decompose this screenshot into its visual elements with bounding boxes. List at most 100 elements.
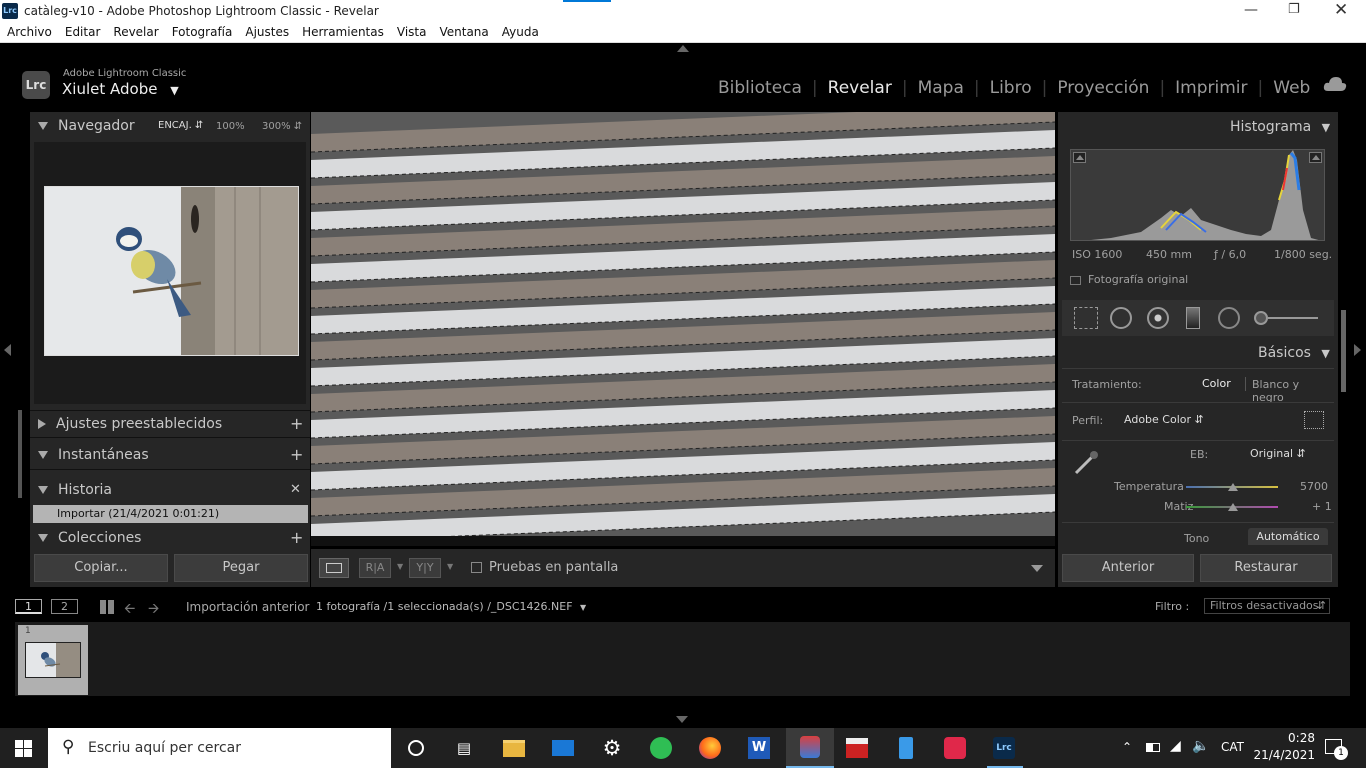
menu-item[interactable]: Vista bbox=[390, 22, 433, 39]
before-after-yy-icon[interactable]: Y|Y bbox=[409, 558, 441, 578]
add-preset-icon[interactable]: + bbox=[290, 414, 303, 433]
red-eye-icon[interactable] bbox=[1147, 307, 1169, 329]
collections-header[interactable]: Colecciones + bbox=[30, 528, 310, 548]
menu-item[interactable]: Archivo bbox=[0, 22, 58, 39]
active-app-highlight[interactable] bbox=[786, 728, 834, 768]
module-mapa[interactable]: Mapa bbox=[918, 78, 964, 98]
filter-select[interactable]: Filtros desactivados ⇵ bbox=[1204, 598, 1330, 614]
monitor-2-button[interactable]: 2 bbox=[51, 599, 78, 614]
minimize-icon[interactable]: — bbox=[1244, 2, 1258, 18]
left-panel-toggle-icon[interactable] bbox=[4, 344, 11, 356]
tint-value[interactable]: + 1 bbox=[1312, 500, 1332, 513]
add-collection-icon[interactable]: + bbox=[290, 528, 303, 547]
temperature-knob[interactable] bbox=[1227, 483, 1238, 491]
chevron-down-icon[interactable]: ▼ bbox=[447, 562, 453, 571]
adjustment-brush-icon[interactable] bbox=[1254, 310, 1322, 326]
file-explorer-icon[interactable] bbox=[502, 736, 526, 760]
task-view-icon[interactable]: ▤ bbox=[452, 736, 476, 760]
presets-header[interactable]: Ajustes preestablecidos + bbox=[30, 410, 310, 438]
photo-preview[interactable] bbox=[311, 112, 1055, 546]
photo-app-icon[interactable] bbox=[845, 736, 869, 760]
cloud-icon[interactable] bbox=[1323, 76, 1347, 91]
grid-view-icon[interactable] bbox=[100, 600, 114, 614]
navigator-thumbnail[interactable] bbox=[44, 186, 299, 356]
spot-removal-icon[interactable] bbox=[1110, 307, 1132, 329]
tint-knob[interactable] bbox=[1227, 503, 1238, 511]
word-icon[interactable]: W bbox=[747, 736, 771, 760]
monitor-1-button[interactable]: 1 bbox=[15, 599, 42, 614]
zoom-300[interactable]: 300% ⇵ bbox=[262, 121, 302, 132]
volume-icon[interactable]: 🔈 bbox=[1192, 738, 1209, 754]
restore-icon[interactable]: ❐ bbox=[1288, 2, 1300, 17]
history-header[interactable]: Historia ✕ bbox=[30, 477, 310, 503]
treatment-bw[interactable]: Blanco y negro bbox=[1252, 378, 1334, 404]
start-windows-icon[interactable] bbox=[15, 740, 32, 757]
creative-cloud-icon[interactable] bbox=[943, 736, 967, 760]
original-photo-checkbox[interactable] bbox=[1070, 276, 1081, 285]
eyedropper-icon[interactable] bbox=[1072, 447, 1102, 477]
module-revelar[interactable]: Revelar bbox=[828, 78, 892, 98]
basic-header[interactable]: Básicos ▼ bbox=[1258, 345, 1330, 361]
crop-tool-icon[interactable] bbox=[1074, 307, 1098, 329]
phone-app-icon[interactable] bbox=[894, 736, 918, 760]
source-label[interactable]: Importación anterior bbox=[186, 600, 309, 614]
mail-icon[interactable] bbox=[551, 736, 575, 760]
temperature-value[interactable]: 5700 bbox=[1300, 480, 1328, 493]
loupe-view-icon[interactable] bbox=[319, 558, 349, 578]
auto-tone-button[interactable]: Automático bbox=[1248, 528, 1328, 545]
firefox-icon[interactable] bbox=[698, 736, 722, 760]
module-biblioteca[interactable]: Biblioteca bbox=[718, 78, 802, 98]
before-after-ra-icon[interactable]: R|A bbox=[359, 558, 391, 578]
wb-select[interactable]: Original ⇵ bbox=[1250, 447, 1306, 460]
top-panel-toggle-icon[interactable] bbox=[677, 45, 689, 52]
module-imprimir[interactable]: Imprimir bbox=[1175, 78, 1247, 98]
zoom-100[interactable]: 100% bbox=[216, 121, 245, 132]
shadow-clipping-icon[interactable] bbox=[1073, 152, 1086, 163]
menu-item[interactable]: Ventana bbox=[432, 22, 494, 39]
left-scrollbar[interactable] bbox=[18, 410, 22, 498]
clock-date[interactable]: 21/4/2021 bbox=[1250, 748, 1315, 762]
zoom-fit[interactable]: ENCAJ. ⇵ bbox=[158, 120, 203, 131]
back-arrow-icon[interactable]: 🡨 bbox=[124, 598, 135, 622]
snapshots-header[interactable]: Instantáneas + bbox=[30, 442, 310, 470]
taskbar-search[interactable]: ⚲ Escriu aquí per cercar bbox=[48, 728, 391, 768]
soft-proof-checkbox[interactable] bbox=[471, 562, 482, 573]
whatsapp-icon[interactable] bbox=[649, 736, 673, 760]
wifi-icon[interactable]: ◢ bbox=[1170, 738, 1181, 754]
bottom-panel-toggle-icon[interactable] bbox=[676, 716, 688, 723]
menu-item[interactable]: Fotografía bbox=[165, 22, 239, 39]
history-item[interactable]: Importar (21/4/2021 0:01:21) bbox=[33, 505, 308, 523]
copy-button[interactable]: Copiar... bbox=[34, 554, 168, 582]
clear-history-icon[interactable]: ✕ bbox=[290, 482, 301, 497]
cortana-icon[interactable] bbox=[404, 736, 428, 760]
toolbar-menu-chevron-icon[interactable] bbox=[1031, 565, 1043, 572]
filmstrip-thumbnail[interactable]: 1 bbox=[18, 625, 88, 695]
profile-browser-icon[interactable] bbox=[1304, 411, 1324, 429]
close-icon[interactable]: ✕ bbox=[1334, 0, 1348, 20]
filmstrip-info[interactable]: 1 fotografía /1 seleccionada(s) /_DSC142… bbox=[316, 600, 586, 613]
chevron-down-icon[interactable]: ▼ bbox=[397, 562, 403, 571]
battery-icon[interactable] bbox=[1146, 743, 1160, 752]
chevron-up-icon[interactable]: ⌃ bbox=[1122, 740, 1132, 754]
module-web[interactable]: Web bbox=[1273, 78, 1310, 98]
highlight-clipping-icon[interactable] bbox=[1309, 152, 1322, 163]
radial-filter-icon[interactable] bbox=[1218, 307, 1240, 329]
treatment-color[interactable]: Color bbox=[1202, 377, 1231, 390]
user-name[interactable]: Xiulet Adobe ▼ bbox=[62, 80, 179, 98]
language-indicator[interactable]: CAT bbox=[1221, 740, 1244, 754]
forward-arrow-icon[interactable]: 🡪 bbox=[148, 598, 159, 622]
histogram[interactable] bbox=[1070, 149, 1325, 241]
menu-item[interactable]: Revelar bbox=[106, 22, 164, 39]
right-panel-toggle-icon[interactable] bbox=[1354, 344, 1361, 356]
previous-button[interactable]: Anterior bbox=[1062, 554, 1194, 582]
right-scrollbar[interactable] bbox=[1341, 310, 1346, 392]
clock-time[interactable]: 0:28 bbox=[1269, 731, 1315, 745]
lightroom-taskbar-icon[interactable]: Lrc bbox=[992, 736, 1016, 760]
menu-item[interactable]: Ajustes bbox=[238, 22, 295, 39]
navigator-header[interactable]: Navegador ENCAJ. ⇵ 100% 300% ⇵ bbox=[38, 118, 308, 134]
paste-button[interactable]: Pegar bbox=[174, 554, 308, 582]
histogram-header[interactable]: Histograma ▼ bbox=[1230, 119, 1330, 135]
module-proyección[interactable]: Proyección bbox=[1057, 78, 1149, 98]
add-snapshot-icon[interactable]: + bbox=[290, 445, 303, 464]
menu-item[interactable]: Editar bbox=[58, 22, 107, 39]
